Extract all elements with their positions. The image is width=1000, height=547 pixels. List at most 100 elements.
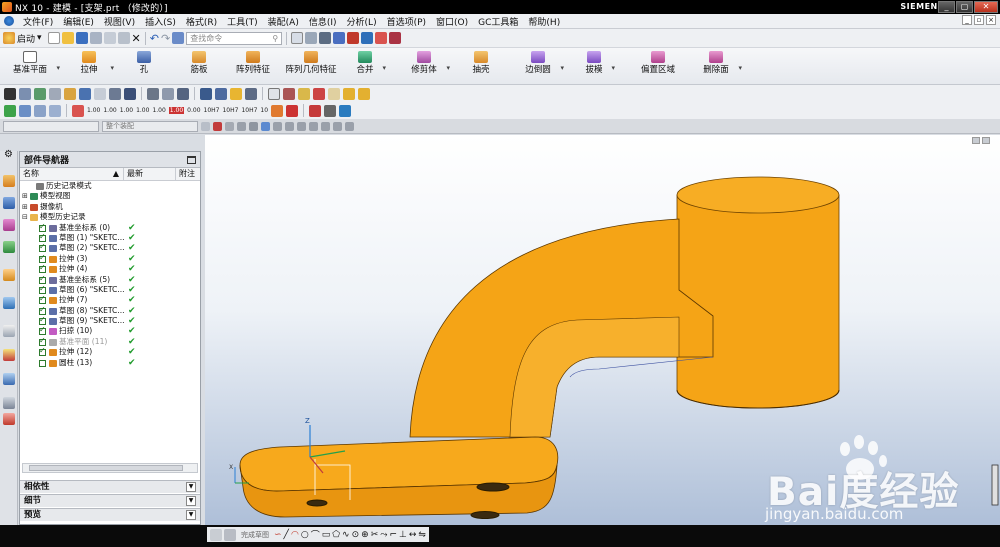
tree-node[interactable]: 草图 (8) "SKETC...✔ [20,305,200,316]
tree-node[interactable]: 基准坐标系 (0) ✔ [20,222,200,233]
tree-node[interactable]: 拉伸 (12) ✔ [20,346,200,357]
assembly-navigator-tab-icon[interactable] [3,197,15,209]
line-icon[interactable]: ╱ [284,530,289,540]
pattern-geometry-button[interactable]: 阵列几何特征 [285,50,337,84]
visibility-checkbox[interactable] [39,274,46,284]
undo-icon[interactable]: ↶ [150,32,159,45]
cut-icon[interactable] [89,32,102,44]
redo-icon[interactable]: ↷ [161,32,170,45]
snap-intersect-icon[interactable] [285,121,294,131]
hole-button[interactable]: 孔 [132,50,156,84]
assembly-icon[interactable] [343,87,355,100]
visibility-checkbox[interactable] [39,294,46,305]
tree-node[interactable]: 拉伸 (7) ✔ [20,294,200,305]
roles-tab-icon[interactable] [3,397,15,409]
sketch-icon[interactable] [4,87,16,100]
mark-icon[interactable] [283,87,295,100]
scrollbar-thumb[interactable] [29,465,183,471]
render-style-icon[interactable] [305,32,318,44]
snap-on-face-icon[interactable] [333,121,342,131]
doc-minimize-icon[interactable]: _ [962,15,972,25]
tree-node[interactable]: 草图 (9) "SKETC...✔ [20,315,200,326]
tolerance-2-icon[interactable]: 1.00 [103,107,116,114]
clock-icon[interactable] [313,87,325,100]
visibility-checkbox[interactable] [39,305,46,315]
extrude-button[interactable]: 拉伸 ▾ [74,50,114,84]
note-icon[interactable] [286,104,299,117]
viewport-handle[interactable] [991,464,999,506]
tree-node[interactable]: 基准坐标系 (5) ✔ [20,274,200,285]
snap-center-icon[interactable] [261,121,270,131]
corner-icon[interactable]: ⌐ [389,530,397,540]
menu-help[interactable]: 帮助(H) [523,15,565,28]
tolerance-5-icon[interactable]: 1.00 [152,107,165,114]
finish-sketch-icon[interactable] [224,528,236,541]
manufacturing-wizards-tab-icon[interactable] [3,373,15,385]
tolerance-7-icon[interactable]: 0.00 [187,107,200,114]
close-button[interactable]: ✕ [974,1,998,13]
tolerance-4-icon[interactable]: 1.00 [136,107,149,114]
sweep-icon[interactable] [64,87,76,100]
menu-logo-icon[interactable] [4,16,14,26]
constraint-navigator-tab-icon[interactable] [3,219,15,231]
move-object-icon[interactable] [200,87,212,100]
profile-icon[interactable]: ∽ [274,530,282,540]
visibility-checkbox[interactable] [39,242,46,253]
column-notes[interactable]: 附注 [176,168,200,180]
snap-pole-icon[interactable] [345,121,354,131]
visibility-checkbox[interactable] [39,253,46,263]
tolerance-icon[interactable] [328,87,340,100]
rectangle-icon[interactable]: ▭ [322,530,331,540]
wcs-icon[interactable] [361,32,374,44]
collapse-icon[interactable]: ⊟ [22,212,28,222]
chevron-down-icon[interactable]: ▼ [186,482,196,492]
visibility-checkbox[interactable] [39,284,46,294]
tree-node[interactable]: 拉伸 (3) ✔ [20,253,200,264]
open-folder-icon[interactable] [61,32,74,44]
snap-point-icon[interactable] [225,121,234,131]
menu-preferences[interactable]: 首选项(P) [382,15,431,28]
snap-mid-icon[interactable] [249,121,258,131]
dimension-icon[interactable]: ↔ [409,530,417,540]
snap-control-icon[interactable] [309,121,318,131]
chevron-down-icon[interactable]: ▼ [186,496,196,506]
background-icon[interactable] [319,32,332,44]
gear-icon[interactable]: ⚙ [4,149,13,160]
offset-region-button[interactable]: 偏置区域 [638,50,678,84]
bridge-curve-icon[interactable] [177,87,189,100]
paste-icon[interactable] [117,32,130,44]
visibility-checkbox[interactable] [39,232,46,242]
hd3d-tools-tab-icon[interactable] [3,269,15,281]
color-icon[interactable] [230,87,242,100]
menu-insert[interactable]: 插入(S) [140,15,181,28]
delete-face-button[interactable]: 删除面 ▾ [700,50,742,84]
minimize-button[interactable]: _ [938,1,955,13]
expand-icon[interactable]: ⊞ [22,191,28,201]
new-file-icon[interactable] [47,32,60,44]
select-filter-icon[interactable] [213,121,222,131]
edge-blend-button[interactable]: 边倒圆 ▾ [522,50,564,84]
spline-icon[interactable]: ∿ [342,530,350,540]
selection-scope-select[interactable]: 整个装配 [102,120,198,132]
copy-icon[interactable] [103,32,116,44]
draft-button[interactable]: 拔模 ▾ [583,50,615,84]
fillet-icon[interactable]: ⌒ [311,528,320,541]
maximize-button[interactable]: ▢ [956,1,973,13]
tree-node[interactable]: 扫掠 (10) ✔ [20,325,200,336]
section-curve-icon[interactable] [147,87,159,100]
visibility-checkbox[interactable] [39,359,46,367]
shell-button[interactable]: 抽壳 [470,50,492,84]
datum-plane-button[interactable]: 基准平面 ▾ [10,50,60,84]
dimension-icon[interactable] [72,104,84,117]
menu-assembly[interactable]: 装配(A) [263,15,304,28]
doc-close-icon[interactable]: × [986,15,996,25]
gear-icon[interactable] [201,121,210,131]
tree-node[interactable]: 历史记录模式 [20,181,200,191]
tree-node[interactable]: ⊞ 模型视图 [20,191,200,201]
align-icon[interactable] [245,87,257,100]
visibility-checkbox[interactable] [39,222,46,232]
transform-icon[interactable] [215,87,227,100]
fit-2-icon[interactable]: 10H7 [222,107,238,114]
history-tab-icon[interactable] [3,325,15,337]
thicken-icon[interactable] [79,87,91,100]
